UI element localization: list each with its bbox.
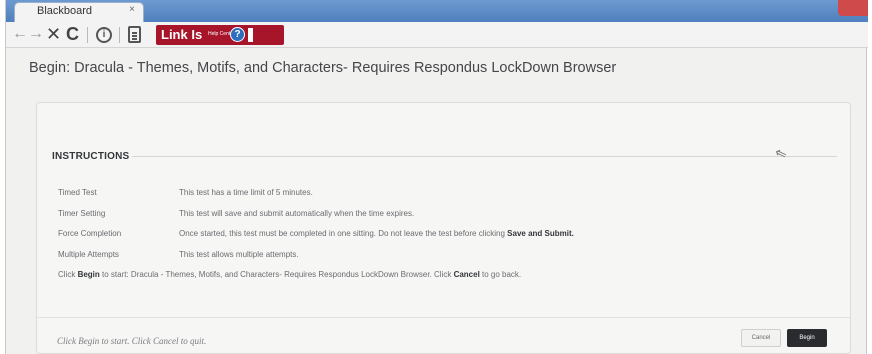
close-icon[interactable]: ✕ [46, 25, 61, 43]
timer-setting-value: This test will save and submit automatic… [179, 209, 415, 218]
timed-test-value: This test has a time limit of 5 minutes. [179, 188, 313, 197]
click-note-cancel: Cancel [453, 270, 480, 279]
reload-icon[interactable]: C [66, 25, 79, 43]
instructions-heading: INSTRUCTIONS [52, 151, 130, 162]
browser-toolbar: ← → ✕ C i Link Is Help Center ? [6, 22, 868, 48]
begin-button[interactable]: Begin [787, 329, 827, 347]
force-completion-value: Once started, this test must be complete… [179, 229, 574, 238]
info-icon[interactable]: i [96, 27, 112, 43]
tab-close-icon[interactable]: × [129, 4, 135, 15]
banner-accent [248, 28, 253, 42]
mouse-cursor-icon: ⇖ [772, 143, 789, 163]
multiple-attempts-value: This test allows multiple attempts. [179, 250, 299, 259]
tab-strip: Blackboard × [6, 0, 868, 22]
page-title: Begin: Dracula - Themes, Motifs, and Cha… [29, 60, 617, 76]
tab-blackboard[interactable]: Blackboard × [14, 2, 144, 22]
click-note-part: Click [58, 270, 78, 279]
force-completion-text: Once started, this test must be complete… [179, 229, 508, 238]
toolbar-divider [87, 27, 88, 43]
click-note-part: to go back. [479, 270, 522, 279]
test-instructions-panel: INSTRUCTIONS ⇖ Timed Test This test has … [36, 102, 851, 354]
link-is-banner[interactable]: Link Is Help Center ? [156, 25, 284, 45]
link-is-logo: Link Is [161, 27, 203, 42]
document-icon[interactable] [128, 26, 141, 43]
cancel-button[interactable]: Cancel [741, 329, 781, 347]
begin-instructions-text: Click Begin to start: Dracula - Themes, … [58, 270, 521, 279]
force-completion-label: Force Completion [58, 229, 122, 238]
heading-divider [132, 156, 837, 157]
tab-title: Blackboard [37, 5, 93, 17]
footer-hint: Click Begin to start. Click Cancel to qu… [57, 336, 207, 346]
save-and-submit-text: Save and Submit. [507, 229, 574, 238]
click-note-part: to start: Dracula - Themes, Motifs, and … [99, 270, 454, 279]
window-close-button[interactable] [838, 0, 868, 16]
timed-test-label: Timed Test [58, 188, 97, 197]
toolbar-divider [119, 27, 120, 43]
multiple-attempts-label: Multiple Attempts [58, 250, 119, 259]
timer-setting-label: Timer Setting [58, 209, 106, 218]
footer-divider [37, 317, 850, 318]
browser-window: Blackboard × ← → ✕ C i Link Is Help Cent… [5, 0, 868, 354]
help-icon[interactable]: ? [230, 27, 245, 42]
back-arrow-icon[interactable]: ← [12, 25, 28, 43]
forward-arrow-icon[interactable]: → [28, 25, 44, 43]
click-note-begin: Begin [77, 270, 100, 279]
